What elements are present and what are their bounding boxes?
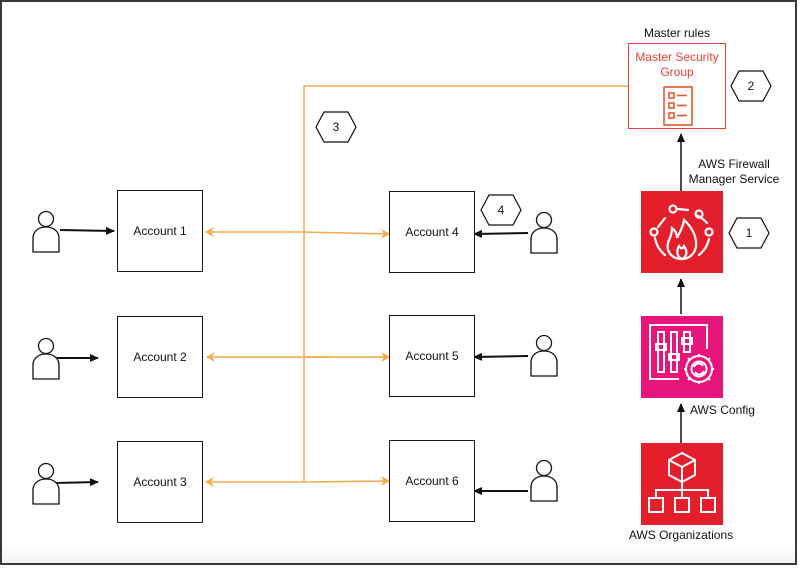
user-icon[interactable] [31, 461, 61, 507]
step-4-label: 4 [497, 203, 505, 217]
account-4[interactable]: Account 4 [389, 191, 475, 273]
organizations-label: AWS Organizations [628, 528, 734, 542]
account-3-label: Account 3 [133, 475, 187, 489]
step-2-badge: 2 [730, 70, 772, 102]
user-arrow-account-4 [473, 229, 529, 238]
account-1[interactable]: Account 1 [117, 190, 203, 272]
account-2[interactable]: Account 2 [117, 316, 203, 398]
user-icon[interactable] [31, 336, 61, 382]
account-2-label: Account 2 [133, 350, 187, 364]
user-icon[interactable] [31, 209, 61, 255]
step-2-label: 2 [747, 79, 755, 93]
step-4-badge: 4 [480, 194, 522, 226]
user-icon[interactable] [529, 333, 559, 379]
master-security-group[interactable]: Master Security Group [628, 43, 726, 129]
account-6[interactable]: Account 6 [389, 440, 475, 522]
flow-line-master-to-trunk [303, 85, 628, 481]
flow-line-account-6 [303, 476, 390, 487]
organizations-icon [648, 451, 716, 513]
user-arrow-account-1 [59, 226, 115, 235]
account-1-label: Account 1 [133, 224, 187, 238]
step-1-label: 1 [745, 226, 753, 240]
user-icon[interactable] [529, 210, 559, 256]
step-3-badge: 3 [315, 111, 357, 143]
account-4-label: Account 4 [405, 225, 459, 239]
step-3-label: 3 [332, 120, 340, 134]
config-icon [649, 324, 714, 384]
firewall-manager-label: AWS Firewall Manager Service [688, 157, 780, 186]
user-arrow-account-3 [54, 478, 99, 487]
firewall-manager-icon [649, 204, 714, 261]
config-service[interactable] [641, 316, 723, 398]
firewall-manager-service[interactable] [641, 191, 723, 273]
account-6-label: Account 6 [405, 474, 459, 488]
user-icon[interactable] [529, 458, 559, 504]
config-label: AWS Config [690, 403, 755, 417]
flow-line-account-4 [303, 228, 390, 239]
checklist-icon [663, 86, 693, 126]
master-security-group-title: Master Security Group [635, 50, 719, 79]
account-3[interactable]: Account 3 [117, 441, 203, 523]
user-arrow-account-5 [473, 352, 529, 361]
master-rules-label: Master rules [643, 26, 711, 40]
step-1-badge: 1 [728, 217, 770, 249]
organizations-service[interactable] [641, 443, 723, 525]
account-5-label: Account 5 [405, 349, 459, 363]
account-5[interactable]: Account 5 [389, 315, 475, 397]
